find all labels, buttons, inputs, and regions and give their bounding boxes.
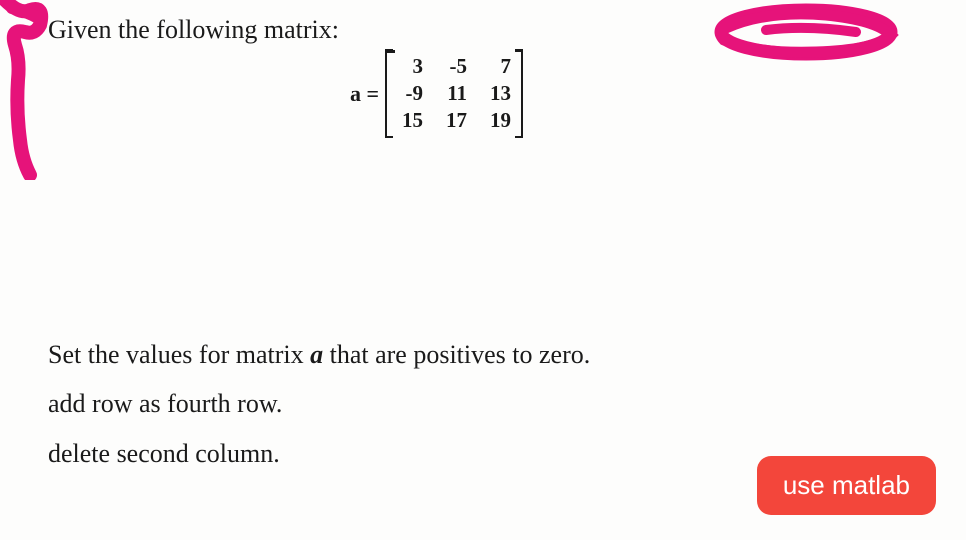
matrix-cell: 19 bbox=[485, 108, 511, 133]
matrix-cell: 7 bbox=[485, 54, 511, 79]
matrix-cell: 15 bbox=[397, 108, 423, 133]
instruction-line-2: add row as fourth row. bbox=[48, 379, 590, 428]
matrix-cell: 3 bbox=[397, 54, 423, 79]
variable-a: a bbox=[310, 340, 323, 369]
matrix-cell: -5 bbox=[441, 54, 467, 79]
instruction-line-3: delete second column. bbox=[48, 429, 590, 478]
matrix-equation: a = 3 -5 7 -9 11 13 15 17 19 bbox=[350, 50, 523, 137]
problem-prompt: Given the following matrix: bbox=[48, 15, 339, 45]
matrix-body: 3 -5 7 -9 11 13 15 17 19 bbox=[385, 50, 523, 137]
matrix-cell: 13 bbox=[485, 81, 511, 106]
instruction-line-1: Set the values for matrix a that are pos… bbox=[48, 330, 590, 379]
matrix-lhs: a = bbox=[350, 81, 379, 107]
problem-instructions: Set the values for matrix a that are pos… bbox=[48, 330, 590, 478]
annotation-scribble-right bbox=[706, 0, 906, 70]
matrix-cell: 17 bbox=[441, 108, 467, 133]
matrix-cell: -9 bbox=[397, 81, 423, 106]
matrix-cell: 11 bbox=[441, 81, 467, 106]
use-matlab-badge: use matlab bbox=[757, 456, 936, 515]
